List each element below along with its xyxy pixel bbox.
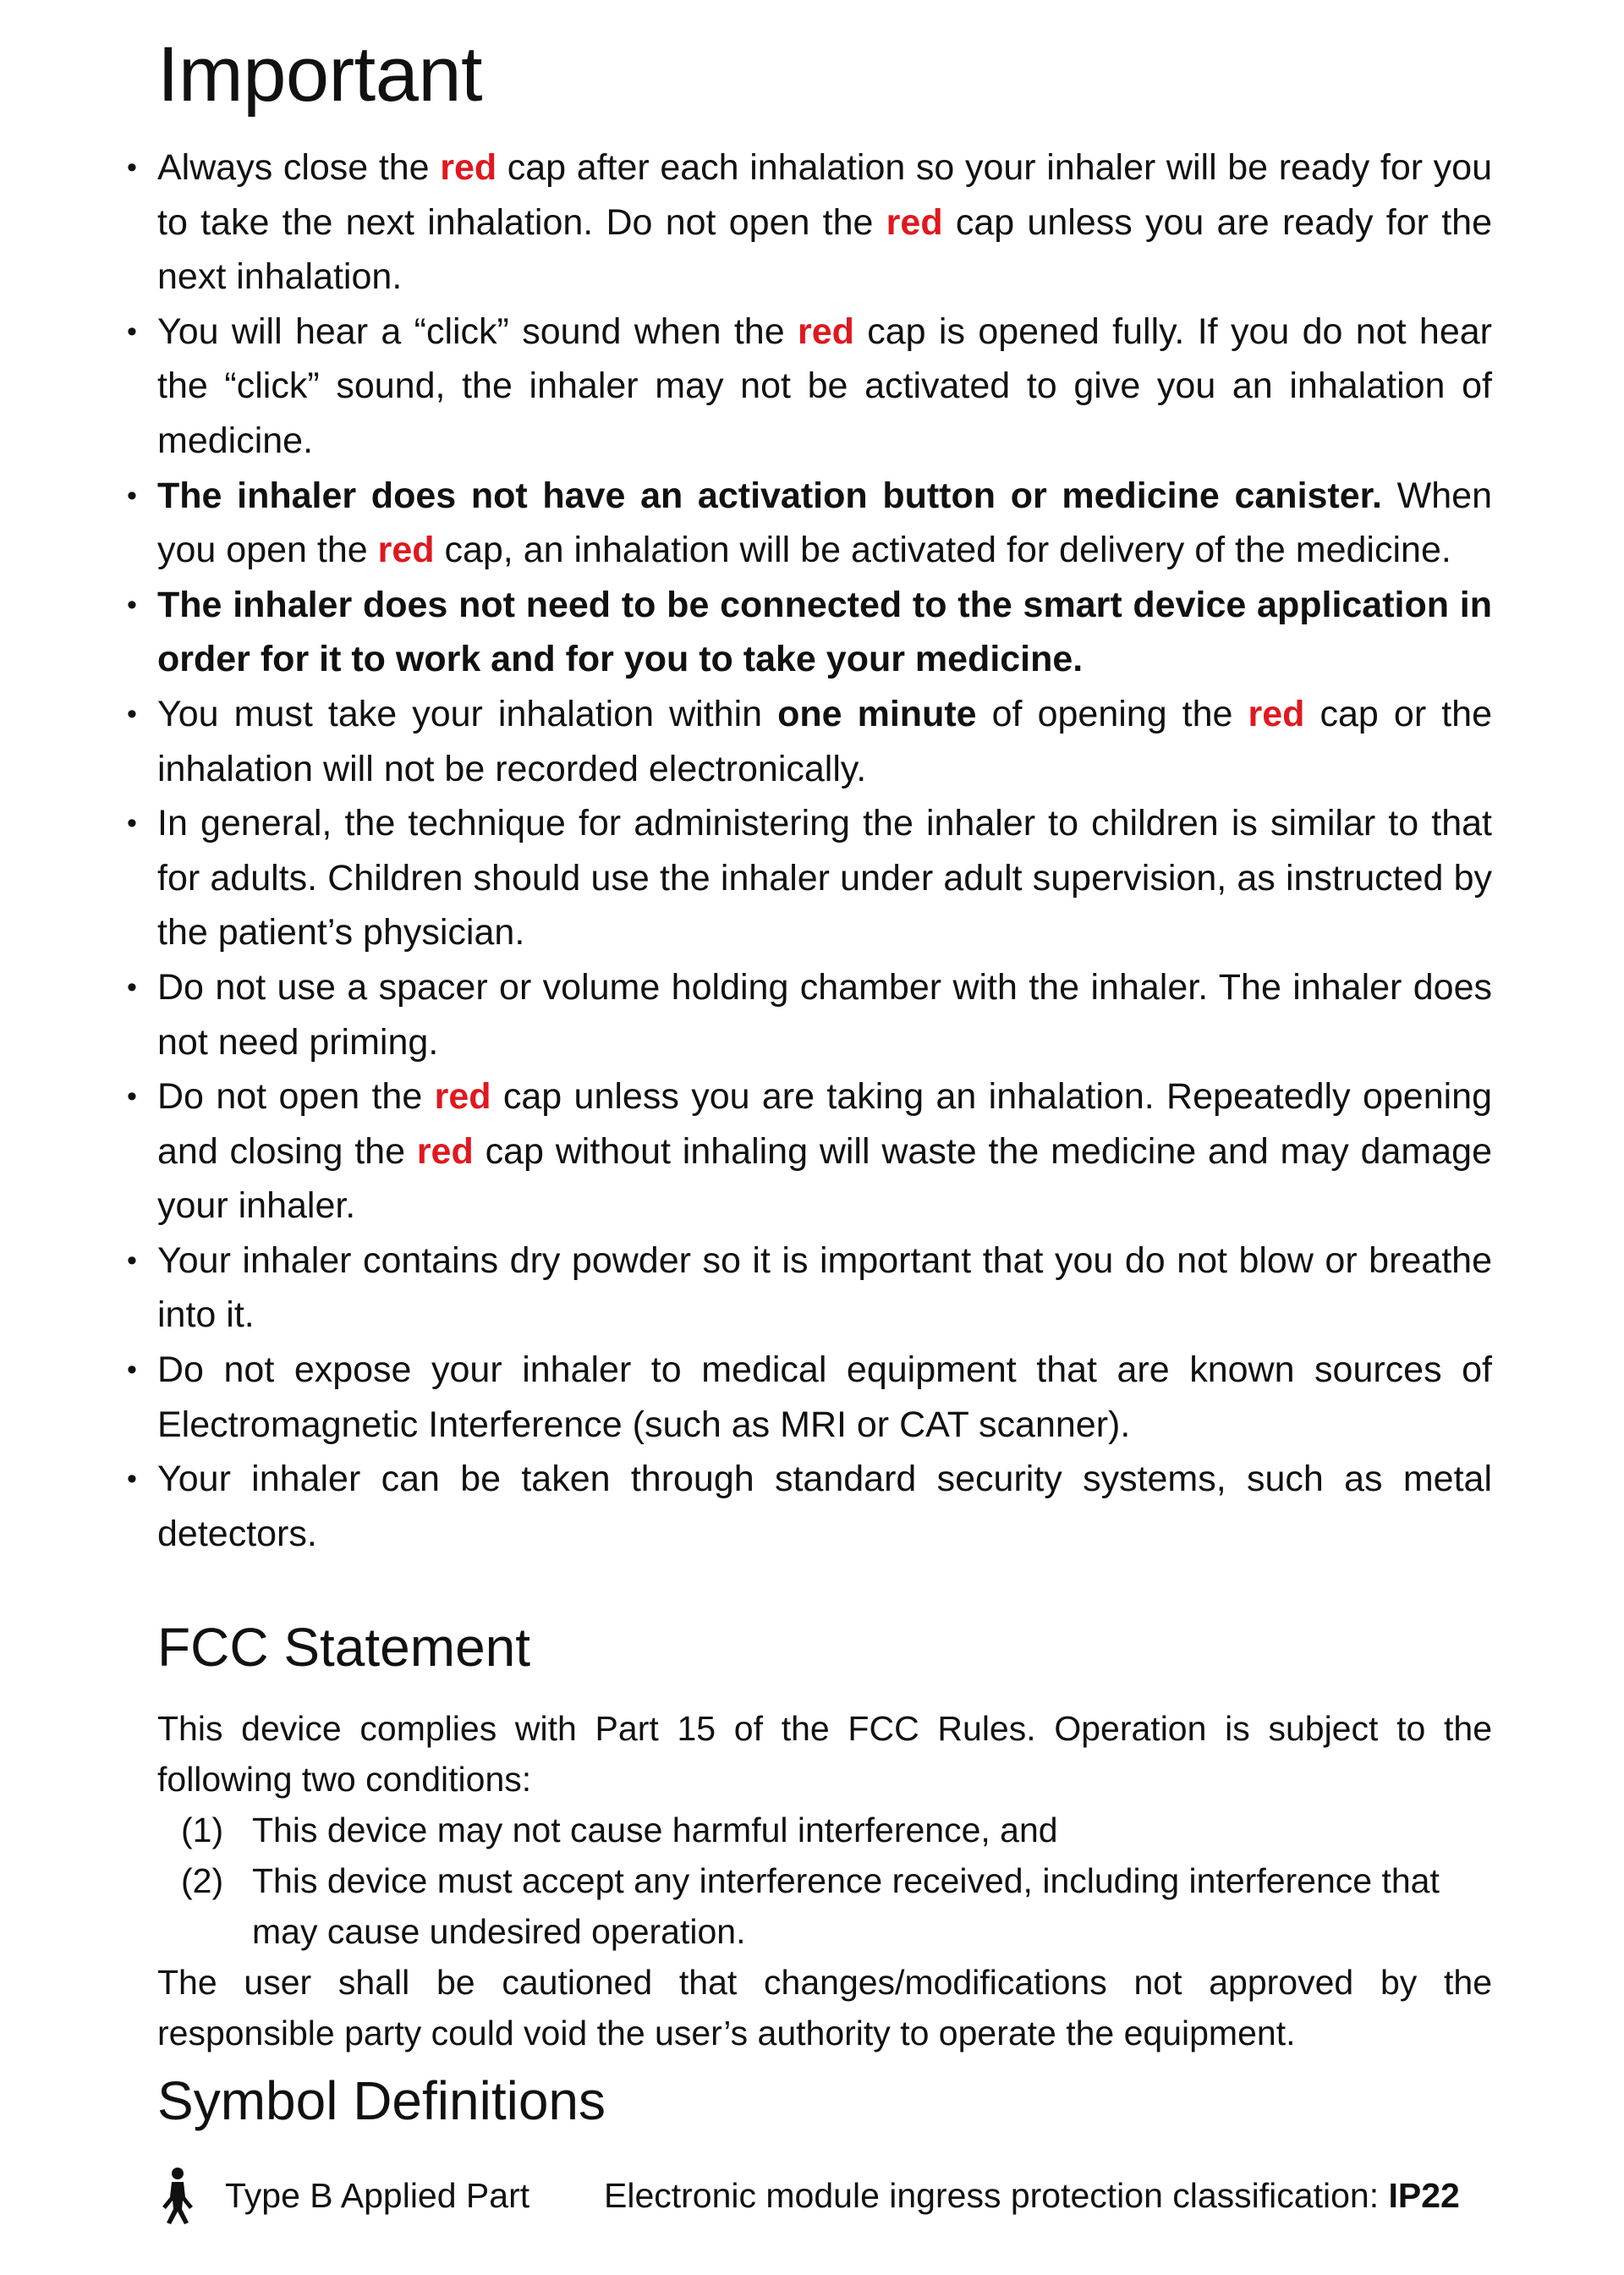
symbol-row: Type B Applied Part Electronic module in… xyxy=(157,2166,1553,2225)
red-word: red xyxy=(886,201,943,243)
condition-text: This device must accept any interference… xyxy=(252,1861,1440,1951)
bullet-glyph: • xyxy=(127,807,137,840)
list-item: • You will hear a “click” sound when the… xyxy=(127,305,1492,469)
red-word: red xyxy=(797,310,854,352)
list-item: • Do not expose your inhaler to medical … xyxy=(127,1343,1492,1452)
item-text: cap, an inhalation will be activated for… xyxy=(434,530,1451,571)
bullet-glyph: • xyxy=(127,151,137,184)
item-text: of opening the xyxy=(976,693,1248,734)
list-item: • Your inhaler can be taken through stan… xyxy=(127,1452,1492,1561)
red-word: red xyxy=(416,1130,474,1172)
item-text: Do not use a spacer or volume holding ch… xyxy=(157,966,1492,1063)
list-item: • Always close the red cap after each in… xyxy=(127,140,1492,305)
bold-text: The inhaler does not need to be connecte… xyxy=(157,584,1492,680)
type-b-applied-part-label: Type B Applied Part xyxy=(225,2176,530,2215)
type-b-applied-part-icon xyxy=(159,2166,196,2225)
condition-number: (2) xyxy=(181,1861,224,1900)
bullet-glyph: • xyxy=(127,588,137,621)
list-item: • You must take your inhalation within o… xyxy=(127,687,1492,796)
fcc-condition: (2) This device must accept any interfer… xyxy=(157,1855,1492,1957)
item-text: Do not open the xyxy=(157,1076,435,1118)
item-text: Your inhaler can be taken through standa… xyxy=(157,1459,1492,1554)
bullet-glyph: • xyxy=(127,697,137,730)
fcc-intro: This device complies with Part 15 of the… xyxy=(157,1709,1492,1799)
list-item: • Your inhaler contains dry powder so it… xyxy=(127,1234,1492,1343)
condition-text: This device may not cause harmful interf… xyxy=(252,1811,1058,1849)
list-item: • The inhaler does not need to be connec… xyxy=(127,578,1492,687)
ingress-protection-text: Electronic module ingress protection cla… xyxy=(604,2166,1460,2225)
item-text: In general, the technique for administer… xyxy=(157,803,1492,953)
bullet-glyph: • xyxy=(127,1354,137,1387)
important-list: • Always close the red cap after each in… xyxy=(127,140,1492,1561)
bold-text: The inhaler does not have an activation … xyxy=(157,475,1382,516)
red-word: red xyxy=(440,147,497,188)
item-text: Your inhaler contains dry powder so it i… xyxy=(157,1239,1492,1336)
list-item: • Do not open the red cap unless you are… xyxy=(127,1069,1492,1234)
list-item: • The inhaler does not have an activatio… xyxy=(127,469,1492,578)
condition-number: (1) xyxy=(181,1811,224,1849)
symbol-definitions-heading: Symbol Definitions xyxy=(157,2070,606,2131)
bullet-glyph: • xyxy=(127,1080,137,1113)
document-page: Important • Always close the red cap aft… xyxy=(0,0,1624,2275)
list-item: • In general, the technique for administ… xyxy=(127,796,1492,960)
bold-text: one minute xyxy=(777,693,977,734)
item-text: You must take your inhalation within xyxy=(157,693,778,734)
item-text: Always close the xyxy=(157,147,441,188)
red-word: red xyxy=(1248,693,1305,734)
bullet-glyph: • xyxy=(127,1244,137,1277)
item-text: Do not expose your inhaler to medical eq… xyxy=(157,1349,1492,1445)
bullet-glyph: • xyxy=(127,970,137,1003)
important-heading: Important xyxy=(157,31,483,118)
red-word: red xyxy=(434,1076,491,1118)
fcc-heading: FCC Statement xyxy=(157,1617,531,1678)
red-word: red xyxy=(377,530,435,571)
list-item: • Do not use a spacer or volume holding … xyxy=(127,960,1492,1069)
bullet-glyph: • xyxy=(127,315,137,348)
fcc-statement: This device complies with Part 15 of the… xyxy=(157,1703,1492,2058)
bullet-glyph: • xyxy=(127,479,137,512)
item-text: You will hear a “click” sound when the xyxy=(157,310,798,352)
fcc-note: The user shall be cautioned that changes… xyxy=(157,1963,1492,2052)
fcc-condition: (1) This device may not cause harmful in… xyxy=(157,1805,1492,1855)
ingress-label: Electronic module ingress protection cla… xyxy=(604,2176,1389,2215)
bullet-glyph: • xyxy=(127,1463,137,1496)
ip-rating: IP22 xyxy=(1388,2176,1460,2215)
